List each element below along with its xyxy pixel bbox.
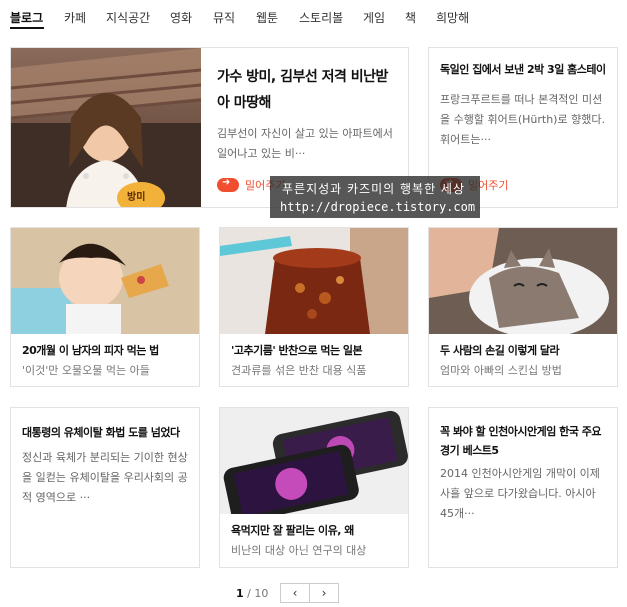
featured-description: 김부선이 자신이 살고 있는 아파트에서 일어나고 있는 비··· <box>217 127 393 160</box>
article-thumbnail <box>429 228 617 334</box>
prev-page-button[interactable]: ‹ <box>280 583 310 603</box>
nav-item-storyball[interactable]: 스토리볼 <box>299 9 343 26</box>
next-page-button[interactable]: › <box>309 583 339 603</box>
nav-item-cafe[interactable]: 카페 <box>64 9 86 26</box>
article-subtitle: 비난의 대상 아닌 연구의 대상 <box>231 544 367 557</box>
article-title[interactable]: 20개월 이 남자의 피자 먹는 법 <box>22 342 194 358</box>
article-description: 정신과 육체가 분리되는 기이한 현상을 일컫는 유체이탈을 우리사회의 공적 … <box>22 451 188 504</box>
featured-thumbnail: 방미 <box>11 48 201 207</box>
article-subtitle: 견과류를 섞은 반찬 대용 식품 <box>231 364 367 377</box>
article-title[interactable]: 욕먹지만 잘 팔리는 이유, 왜 <box>231 522 403 538</box>
article-thumbnail <box>11 228 199 334</box>
article-description: 2014 인천아시안게임 개막이 이제 사흘 앞으로 다가왔습니다. 아시아 4… <box>440 467 600 520</box>
article-subtitle: '이것'만 오물오물 먹는 아들 <box>22 364 150 377</box>
watermark-title: 푸른지성과 카즈미의 행복한 세상 <box>282 182 466 196</box>
nav-item-knowledge[interactable]: 지식공간 <box>106 9 150 26</box>
nav-item-webtoon[interactable]: 웹툰 <box>256 9 278 26</box>
article-title[interactable]: 대통령의 유체이탈 화법 도를 넘었다 <box>22 424 194 440</box>
article-card[interactable]: '고추기름' 반찬으로 먹는 일본 견과류를 섞은 반찬 대용 식품 <box>219 227 409 387</box>
article-card[interactable]: 대통령의 유체이탈 화법 도를 넘었다 정신과 육체가 분리되는 기이한 현상을… <box>10 407 200 568</box>
article-thumbnail <box>220 408 408 514</box>
nav-item-hope[interactable]: 희망해 <box>436 9 469 26</box>
nav-item-blog[interactable]: 블로그 <box>10 9 43 26</box>
chevron-left-icon: ‹ <box>292 586 298 600</box>
blog-watermark: 푸른지성과 카즈미의 행복한 세상 http://dropiece.tistor… <box>270 176 480 218</box>
nav-item-book[interactable]: 책 <box>405 9 416 26</box>
article-card[interactable]: 꼭 봐야 할 인천아시안게임 한국 주요 경기 베스트5 2014 인천아시안게… <box>428 407 618 568</box>
article-card[interactable]: 욕먹지만 잘 팔리는 이유, 왜 비난의 대상 아닌 연구의 대상 <box>219 407 409 568</box>
article-card[interactable]: 20개월 이 남자의 피자 먹는 법 '이것'만 오물오물 먹는 아들 <box>10 227 200 387</box>
watermark-url: http://dropiece.tistory.com <box>280 200 476 214</box>
page-indicator: 1 / 10 <box>236 587 268 600</box>
nav-item-movie[interactable]: 영화 <box>170 9 192 26</box>
nav-item-music[interactable]: 뮤직 <box>213 9 235 26</box>
total-pages: / 10 <box>247 587 269 600</box>
arrow-right-icon <box>217 177 239 192</box>
category-nav: 블로그 카페 지식공간 영화 뮤직 웹툰 스토리볼 게임 책 희망해 <box>0 0 627 34</box>
article-title[interactable]: '고추기름' 반찬으로 먹는 일본 <box>231 342 403 358</box>
article-thumbnail <box>220 228 408 334</box>
nav-item-game[interactable]: 게임 <box>363 9 385 26</box>
chevron-right-icon: › <box>321 586 327 600</box>
side-title[interactable]: 독일인 집에서 보낸 2박 3일 홈스테이 <box>440 61 612 79</box>
current-page: 1 <box>236 587 244 600</box>
article-title[interactable]: 두 사람의 손길 이렇게 달라 <box>440 342 612 358</box>
side-description: 프랑크푸르트를 떠나 본격적인 미션을 수행할 휘어트(Hürth)로 향했다.… <box>440 93 605 146</box>
featured-title[interactable]: 가수 방미, 김부선 저격 비난받아 마땅해 <box>217 64 397 116</box>
article-subtitle: 엄마와 아빠의 스킨십 방법 <box>440 364 562 377</box>
article-title[interactable]: 꼭 봐야 할 인천아시안게임 한국 주요 경기 베스트5 <box>440 422 612 460</box>
name-badge-text: 방미 <box>127 192 146 203</box>
article-card[interactable]: 두 사람의 손길 이렇게 달라 엄마와 아빠의 스킨십 방법 <box>428 227 618 387</box>
active-tab-underline <box>10 27 44 29</box>
